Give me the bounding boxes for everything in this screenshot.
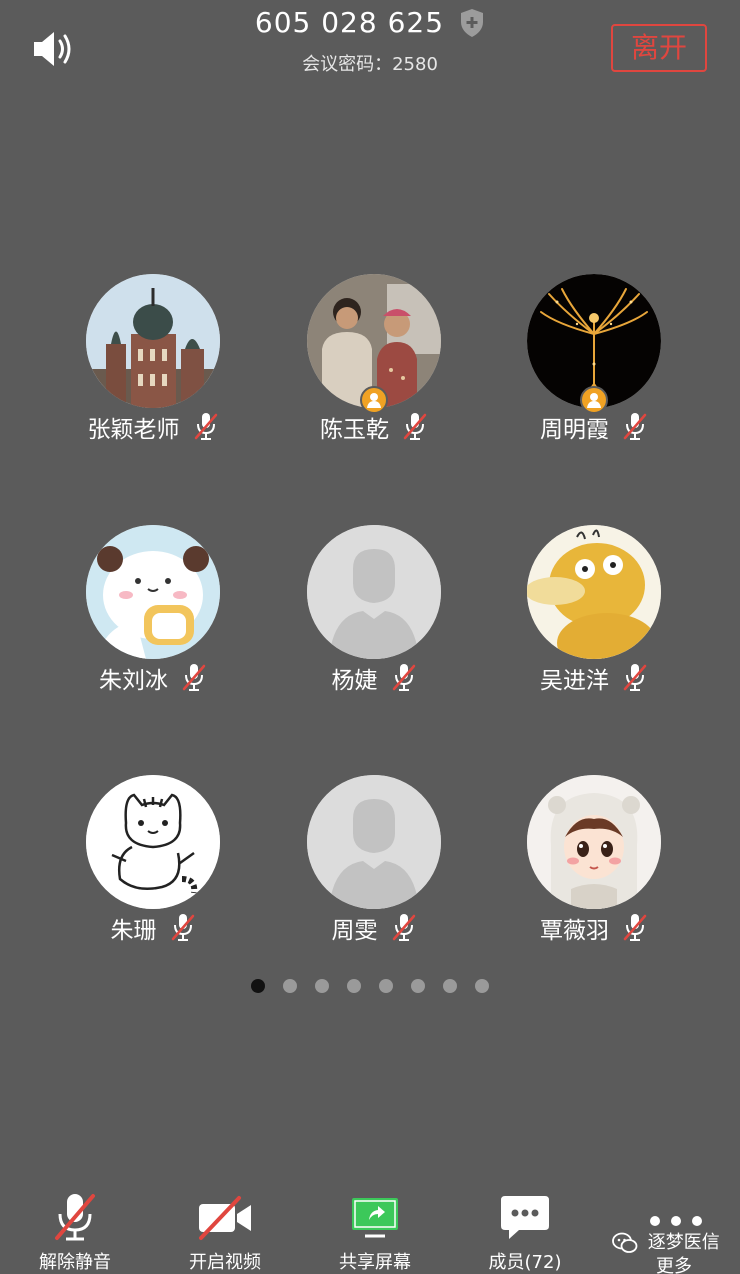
page-dot[interactable] (411, 979, 425, 993)
more-label[interactable]: 更多 (656, 1252, 692, 1274)
page-dot[interactable] (379, 979, 393, 993)
participant-name-row: 吴进洋 (494, 661, 694, 695)
page-dot[interactable] (283, 979, 297, 993)
mic-muted-icon (403, 413, 427, 440)
mic-muted-icon (623, 413, 647, 440)
meeting-id[interactable]: 605 028 625 (255, 6, 444, 39)
video-off-icon (199, 1196, 251, 1240)
participant-tile[interactable]: 朱刘冰 (53, 525, 253, 705)
share-screen-label: 共享屏幕 (339, 1252, 411, 1273)
participant-tile[interactable]: 陈玉乾 (274, 274, 474, 454)
host-icon (587, 393, 601, 408)
avatar (86, 274, 220, 408)
members-label: 成员(72) (488, 1252, 562, 1273)
page-dot[interactable] (475, 979, 489, 993)
wechat-icon (612, 1232, 638, 1253)
avatar (86, 525, 220, 659)
participant-tile[interactable]: 杨婕 (274, 525, 474, 705)
participant-name-row: 陈玉乾 (274, 410, 474, 444)
participant-tile[interactable]: 朱珊 (53, 775, 253, 955)
mic-muted-icon (392, 914, 415, 941)
participant-name: 周雯 (331, 918, 378, 944)
mic-muted-icon (171, 914, 194, 941)
meeting-screen: 605 028 625 会议密码：2580 离开 张颖老师 陈玉乾 周明霞 朱刘… (0, 0, 740, 1274)
participant-name-row: 周明霞 (494, 410, 694, 444)
mic-muted-icon (182, 664, 206, 691)
participant-name: 朱珊 (110, 918, 157, 944)
mic-muted-icon (623, 664, 647, 691)
participant-name-row: 朱珊 (53, 911, 253, 945)
participant-name: 周明霞 (539, 417, 609, 443)
participant-tile[interactable]: 周明霞 (494, 274, 694, 454)
participant-name: 杨婕 (331, 668, 378, 694)
participant-name-row: 张颖老师 (53, 410, 253, 444)
avatar (307, 525, 441, 659)
watermark: 逐梦医信 (612, 1228, 720, 1254)
page-dot[interactable] (347, 979, 361, 993)
page-indicator[interactable] (0, 979, 740, 993)
avatar (307, 775, 441, 909)
participant-tile[interactable]: 张颖老师 (53, 274, 253, 454)
unmute-button[interactable]: 解除静音 (5, 1192, 145, 1274)
avatar (527, 775, 661, 909)
shield-icon[interactable] (459, 8, 485, 38)
members-button[interactable]: 成员(72) (455, 1192, 595, 1274)
participant-name: 吴进洋 (539, 668, 609, 694)
mic-muted-icon (623, 914, 647, 941)
chat-bubble-icon (501, 1196, 549, 1239)
page-dot[interactable] (443, 979, 457, 993)
participant-tile[interactable]: 吴进洋 (494, 525, 694, 705)
participant-name: 朱刘冰 (98, 668, 168, 694)
share-screen-icon (352, 1198, 398, 1238)
watermark-text: 逐梦医信 (647, 1232, 720, 1253)
leave-button[interactable]: 离开 (611, 24, 707, 72)
start-video-label: 开启视频 (189, 1252, 261, 1273)
mic-muted-icon (392, 664, 415, 691)
participant-tile[interactable]: 覃薇羽 (494, 775, 694, 955)
participant-name: 陈玉乾 (319, 417, 389, 443)
start-video-button[interactable]: 开启视频 (155, 1192, 295, 1274)
more-icon[interactable] (648, 1214, 704, 1228)
mic-muted-icon (55, 1194, 95, 1241)
unmute-label: 解除静音 (39, 1252, 111, 1273)
participant-name: 覃薇羽 (539, 918, 609, 944)
participant-tile[interactable]: 周雯 (274, 775, 474, 955)
mic-muted-icon (194, 413, 217, 440)
participant-name-row: 朱刘冰 (53, 661, 253, 695)
participant-name-row: 杨婕 (274, 661, 474, 695)
participant-name-row: 周雯 (274, 911, 474, 945)
participant-name-row: 覃薇羽 (494, 911, 694, 945)
host-icon (367, 393, 381, 408)
share-screen-button[interactable]: 共享屏幕 (305, 1192, 445, 1274)
page-dot[interactable] (251, 979, 265, 993)
participant-name: 张颖老师 (87, 417, 180, 443)
avatar (527, 525, 661, 659)
page-dot[interactable] (315, 979, 329, 993)
avatar (86, 775, 220, 909)
